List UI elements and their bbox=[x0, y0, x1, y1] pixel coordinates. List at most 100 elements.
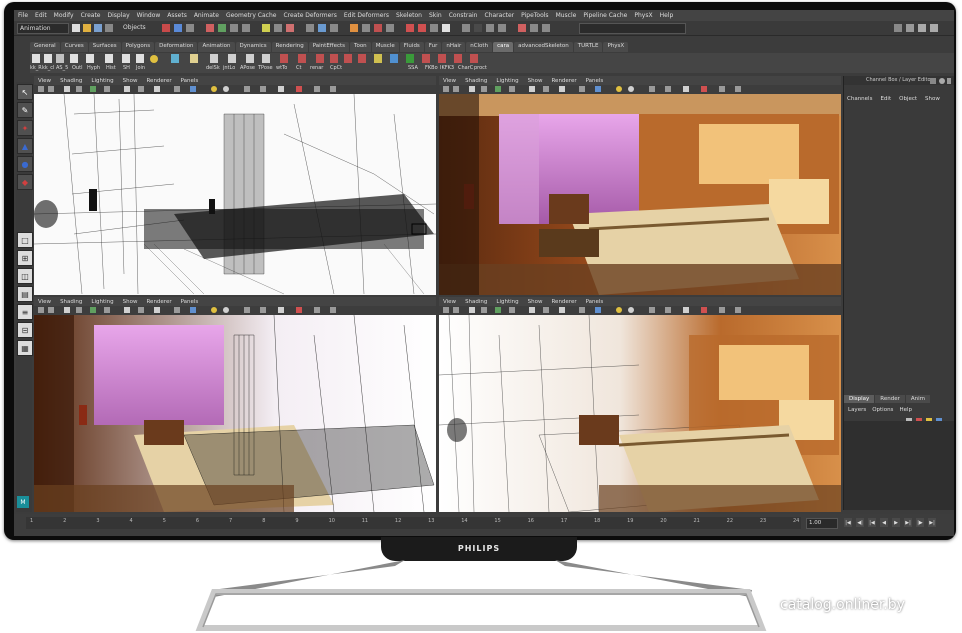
shelf-button-icons[interactable] bbox=[30, 54, 490, 64]
layer-tab-render[interactable]: Render bbox=[875, 395, 905, 403]
menu-edit[interactable]: Edit bbox=[35, 12, 47, 19]
vp-menu-shading[interactable]: Shading bbox=[465, 78, 487, 84]
menu-pipeline-cache[interactable]: Pipeline Cache bbox=[583, 12, 627, 19]
viewport-bottom-right[interactable]: View Shading Lighting Show Renderer Pane… bbox=[439, 297, 841, 512]
menu-create[interactable]: Create bbox=[81, 12, 101, 19]
shelf-tab-dynamics[interactable]: Dynamics bbox=[235, 42, 271, 52]
play-forwards-icon[interactable]: ▶ bbox=[892, 518, 900, 527]
vp-menu-show[interactable]: Show bbox=[528, 78, 543, 84]
vp-menu-lighting[interactable]: Lighting bbox=[496, 299, 518, 305]
vp-menu-renderer[interactable]: Renderer bbox=[146, 299, 171, 305]
layer-menu-options[interactable]: Options bbox=[872, 407, 893, 413]
layout-four-icon[interactable]: ⊞ bbox=[17, 250, 33, 266]
menu-display[interactable]: Display bbox=[108, 12, 130, 19]
menu-edit-deformers[interactable]: Edit Deformers bbox=[344, 12, 389, 19]
shelf-tab-painteffects[interactable]: PaintEffects bbox=[308, 42, 350, 52]
layout-side-icon[interactable]: ◫ bbox=[17, 268, 33, 284]
vp-menu-lighting[interactable]: Lighting bbox=[496, 78, 518, 84]
panel-toggle-icons[interactable] bbox=[894, 23, 950, 33]
vp-menu-renderer[interactable]: Renderer bbox=[146, 78, 171, 84]
menu-geometry-cache[interactable]: Geometry Cache bbox=[226, 12, 276, 19]
shelf-tab-nhair[interactable]: nHair bbox=[442, 42, 466, 52]
step-back-frame-icon[interactable]: |◀ bbox=[868, 518, 876, 527]
menu-animate[interactable]: Animate bbox=[194, 12, 219, 19]
layout-graph-icon[interactable]: ≡ bbox=[17, 304, 33, 320]
menu-set-dropdown[interactable]: Animation bbox=[17, 23, 69, 34]
vp-menu-shading[interactable]: Shading bbox=[465, 299, 487, 305]
viewport-toolbar-icons[interactable] bbox=[439, 85, 841, 94]
shelf-tab-cara[interactable]: cara bbox=[493, 42, 514, 52]
cb-menu-object[interactable]: Object bbox=[899, 96, 917, 102]
menu-create-deformers[interactable]: Create Deformers bbox=[283, 12, 336, 19]
menu-physx[interactable]: PhysX bbox=[634, 12, 652, 19]
shelf-tab-general[interactable]: General bbox=[30, 42, 60, 52]
shelf-tab-animation[interactable]: Animation bbox=[198, 42, 235, 52]
shelf-tab-rendering[interactable]: Rendering bbox=[271, 42, 308, 52]
menu-character[interactable]: Character bbox=[485, 12, 515, 19]
vp-menu-show[interactable]: Show bbox=[528, 299, 543, 305]
viewport-top-left[interactable]: View Shading Lighting Show Renderer Pane… bbox=[34, 76, 436, 295]
vp-menu-shading[interactable]: Shading bbox=[60, 299, 82, 305]
menu-pipetools[interactable]: PipeTools bbox=[521, 12, 548, 19]
lasso-tool-icon[interactable]: ✎ bbox=[17, 102, 33, 118]
vp-menu-lighting[interactable]: Lighting bbox=[91, 299, 113, 305]
shelf-tab-advancedskeleton[interactable]: advancedSkeleton bbox=[514, 42, 573, 52]
rotate-tool-icon[interactable]: ● bbox=[17, 156, 33, 172]
shelf-tab-turtle[interactable]: TURTLE bbox=[573, 42, 603, 52]
layer-tab-display[interactable]: Display bbox=[844, 395, 875, 403]
scale-tool-icon[interactable]: ◆ bbox=[17, 174, 33, 190]
channel-box-toggle-icons[interactable] bbox=[930, 77, 952, 85]
step-forward-key-icon[interactable]: |▶ bbox=[916, 518, 924, 527]
vp-menu-shading[interactable]: Shading bbox=[60, 78, 82, 84]
vp-menu-panels[interactable]: Panels bbox=[181, 78, 199, 84]
viewport-bottom-left[interactable]: View Shading Lighting Show Renderer Pane… bbox=[34, 297, 436, 512]
menu-skeleton[interactable]: Skeleton bbox=[396, 12, 422, 19]
layer-tab-anim[interactable]: Anim bbox=[905, 395, 931, 403]
step-back-key-icon[interactable]: ◀| bbox=[856, 518, 864, 527]
command-input[interactable] bbox=[579, 23, 686, 34]
move-tool-icon[interactable]: ▲ bbox=[17, 138, 33, 154]
layout-persp-outliner-icon[interactable]: ▤ bbox=[17, 286, 33, 302]
go-to-end-icon[interactable]: ▶| bbox=[928, 518, 936, 527]
vp-menu-renderer[interactable]: Renderer bbox=[551, 78, 576, 84]
vp-menu-panels[interactable]: Panels bbox=[586, 78, 604, 84]
viewport-toolbar-icons[interactable] bbox=[439, 306, 841, 315]
menu-assets[interactable]: Assets bbox=[167, 12, 187, 19]
step-forward-frame-icon[interactable]: ▶| bbox=[904, 518, 912, 527]
layer-menu-layers[interactable]: Layers bbox=[848, 407, 866, 413]
current-time-field[interactable]: 1.00 bbox=[806, 518, 838, 529]
go-to-start-icon[interactable]: |◀ bbox=[844, 518, 852, 527]
menu-muscle[interactable]: Muscle bbox=[556, 12, 577, 19]
shelf-tab-ncloth[interactable]: nCloth bbox=[466, 42, 493, 52]
vp-menu-lighting[interactable]: Lighting bbox=[91, 78, 113, 84]
shelf-tab-deformation[interactable]: Deformation bbox=[155, 42, 198, 52]
vp-menu-view[interactable]: View bbox=[38, 299, 51, 305]
cb-menu-edit[interactable]: Edit bbox=[880, 96, 891, 102]
menu-skin[interactable]: Skin bbox=[429, 12, 442, 19]
shelf-tab-toon[interactable]: Toon bbox=[350, 42, 371, 52]
shelf-tab-curves[interactable]: Curves bbox=[60, 42, 88, 52]
layout-hypershade-icon[interactable]: ⊟ bbox=[17, 322, 33, 338]
viewport-toolbar-icons[interactable] bbox=[34, 306, 436, 315]
select-tool-icon[interactable]: ↖ bbox=[17, 84, 33, 100]
shelf-tab-fluids[interactable]: Fluids bbox=[399, 42, 424, 52]
cb-menu-channels[interactable]: Channels bbox=[847, 96, 872, 102]
vp-menu-panels[interactable]: Panels bbox=[586, 299, 604, 305]
layer-list[interactable] bbox=[844, 421, 954, 510]
play-backwards-icon[interactable]: ◀ bbox=[880, 518, 888, 527]
status-toolbar-icons[interactable] bbox=[162, 23, 572, 33]
vp-menu-show[interactable]: Show bbox=[123, 78, 138, 84]
menu-window[interactable]: Window bbox=[137, 12, 161, 19]
shelf-tab-fur[interactable]: Fur bbox=[424, 42, 442, 52]
vp-menu-view[interactable]: View bbox=[443, 299, 456, 305]
layout-custom-icon[interactable]: ▦ bbox=[17, 340, 33, 356]
shelf-tab-physx[interactable]: PhysX bbox=[603, 42, 629, 52]
cb-menu-show[interactable]: Show bbox=[925, 96, 940, 102]
menu-constrain[interactable]: Constrain bbox=[449, 12, 478, 19]
shelf-tab-muscle[interactable]: Muscle bbox=[371, 42, 399, 52]
vp-menu-view[interactable]: View bbox=[443, 78, 456, 84]
menu-help[interactable]: Help bbox=[660, 12, 674, 19]
viewport-toolbar-icons[interactable] bbox=[34, 85, 436, 94]
vp-menu-show[interactable]: Show bbox=[123, 299, 138, 305]
paint-select-icon[interactable]: ✦ bbox=[17, 120, 33, 136]
